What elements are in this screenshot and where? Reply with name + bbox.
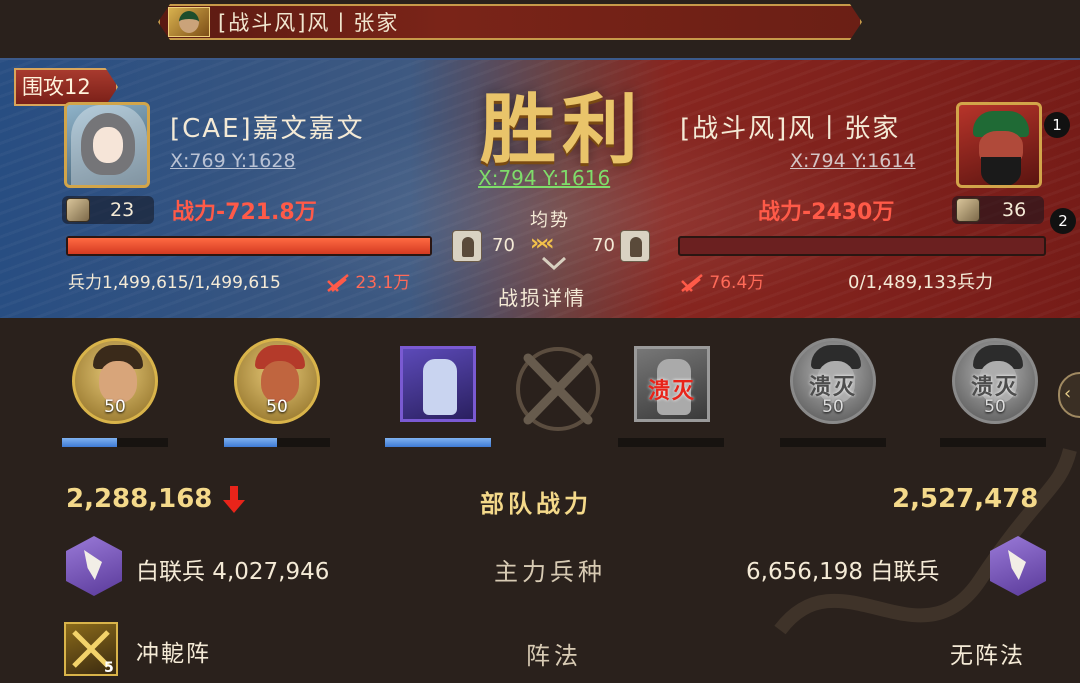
defender-loss: 76.4万 [680, 268, 764, 293]
victory-title: 胜利 [480, 85, 644, 174]
attacker-level-badge: 23 [62, 196, 154, 224]
formation-level: 5 [104, 660, 114, 676]
arrow-down-icon [223, 486, 245, 513]
defender-coord-link[interactable]: X:794 Y:1614 [790, 150, 916, 172]
casualty-icon [681, 274, 703, 292]
versus-arrows-icon: »« [530, 231, 555, 256]
attacker-morale: 70 [452, 230, 532, 262]
top-banner-avatar [168, 7, 210, 37]
attacker-name: [CAE]嘉文嘉文 [170, 114, 365, 144]
defender-level: 36 [1002, 199, 1027, 221]
defender-force-value: 2,527,478 [892, 484, 1039, 514]
attacker-loss-value: 23.1万 [355, 273, 411, 293]
soldier-icon [452, 230, 482, 262]
formation-label: 阵法 [526, 642, 582, 670]
attacker-hero-1[interactable]: 50 [72, 338, 158, 424]
attacker-troop-bar-fill [68, 238, 430, 254]
defender-morale-value: 70 [592, 235, 615, 256]
level-icon [956, 198, 980, 222]
unit-health-bar [385, 438, 491, 447]
defender-morale: 70 [590, 230, 666, 262]
defender-main-troop: 6,656,198 白联兵 [746, 559, 940, 585]
rank-marker-1: 1 [1044, 112, 1070, 138]
battle-detail-button[interactable]: 战损详情 [498, 282, 586, 311]
defender-level-badge: 36 [952, 196, 1044, 224]
defender-loss-value: 76.4万 [709, 273, 765, 293]
crossed-swords-icon [516, 347, 600, 431]
attacker-level: 23 [110, 199, 135, 221]
attacker-formation: 冲軶阵 [136, 641, 211, 667]
expand-side-tab[interactable]: ‹ [1058, 372, 1080, 418]
force-label: 部队战力 [480, 490, 592, 518]
routed-label: 溃灭 [647, 379, 696, 404]
defender-power: 战力-2430万 [758, 200, 895, 225]
defender-hero-1[interactable]: 溃灭 50 [790, 338, 876, 424]
attacker-power: 战力-721.8万 [172, 200, 317, 225]
main-troop-label: 主力兵种 [494, 558, 606, 586]
attacker-troop-bar [66, 236, 432, 256]
defender-troop-unit[interactable]: 溃灭 [634, 346, 710, 422]
top-banner-text: [战斗风]风丨张家 [218, 11, 400, 35]
rank-marker-2: 2 [1050, 208, 1076, 234]
defender-formation: 无阵法 [950, 643, 1025, 669]
attacker-troops: 兵力1,499,615/1,499,615 [68, 273, 281, 293]
attacker-coord-link[interactable]: X:769 Y:1628 [170, 150, 296, 172]
attacker-loss: 23.1万 [326, 268, 410, 293]
defender-name: [战斗风]风丨张家 [680, 114, 901, 144]
siege-label: 围攻12 [14, 68, 118, 106]
attacker-main-troop: 白联兵 4,027,946 [136, 559, 330, 585]
hero-level: 50 [104, 397, 126, 417]
unit-health-bar [224, 438, 330, 447]
unit-health-bar [62, 438, 168, 447]
attacker-hero-2[interactable]: 50 [234, 338, 320, 424]
balance-label: 均势 [530, 210, 570, 231]
soldier-icon [620, 230, 650, 262]
casualty-icon [327, 274, 349, 292]
chevron-down-icon[interactable] [540, 256, 568, 270]
hero-level: 50 [984, 397, 1006, 417]
attacker-portrait[interactable] [64, 102, 150, 188]
unit-health-bar [618, 438, 724, 447]
hero-level: 50 [266, 397, 288, 417]
battle-coord-link[interactable]: X:794 Y:1616 [478, 166, 610, 190]
axe-troop-icon[interactable] [66, 536, 122, 596]
attacker-force-value: 2,288,168 [66, 484, 213, 514]
attacker-morale-value: 70 [492, 235, 515, 256]
defender-portrait[interactable] [956, 102, 1042, 188]
defender-troops: 0/1,489,133兵力 [848, 272, 994, 293]
level-icon [66, 198, 90, 222]
defender-hero-2[interactable]: 溃灭 50 [952, 338, 1038, 424]
attacker-troop-unit[interactable] [400, 346, 476, 422]
defender-troop-bar [678, 236, 1046, 256]
hero-level: 50 [822, 397, 844, 417]
